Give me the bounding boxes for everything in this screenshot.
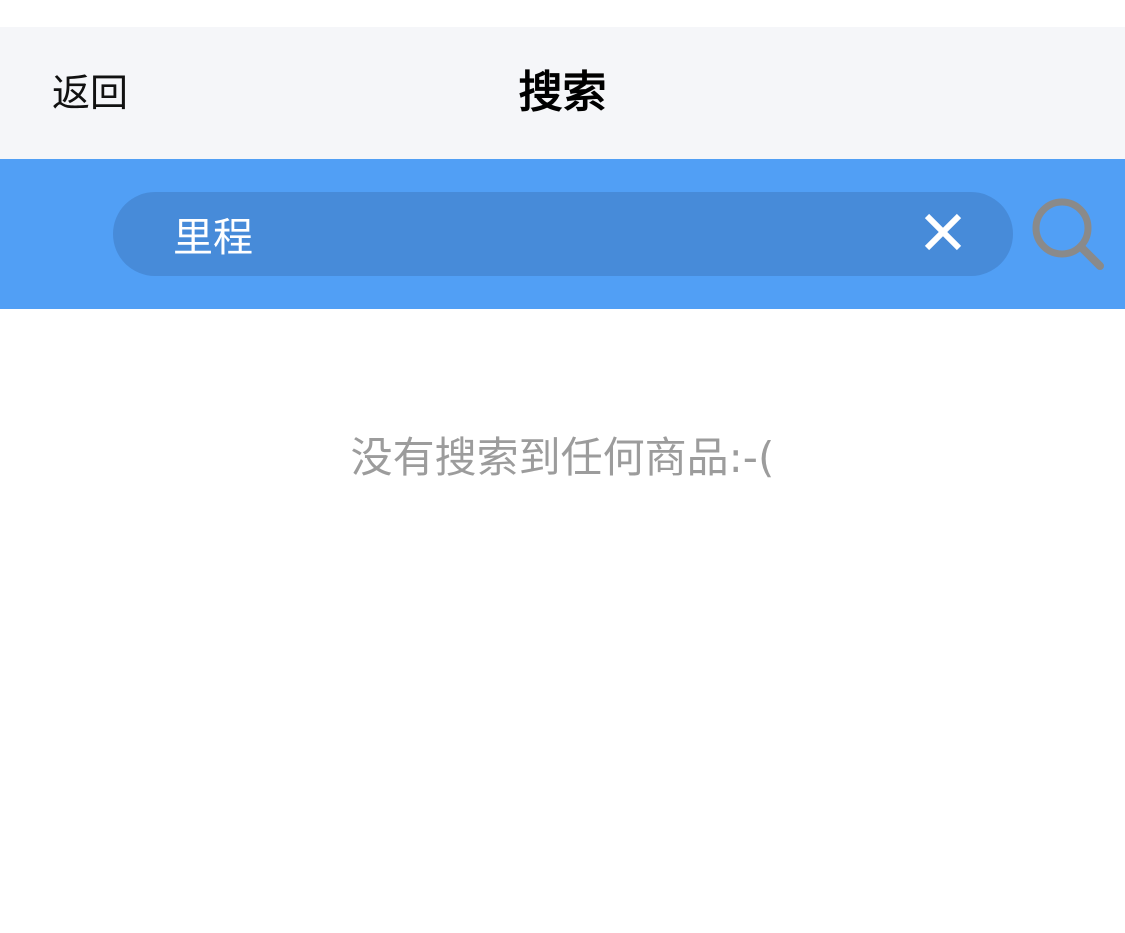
page-title: 搜索: [518, 67, 607, 118]
search-button[interactable]: [1030, 196, 1106, 272]
search-icon: [1030, 196, 1106, 272]
back-button[interactable]: 返回: [52, 74, 128, 112]
search-bar: [0, 159, 1125, 309]
clear-button[interactable]: [901, 192, 985, 276]
search-field: [113, 192, 1013, 276]
navigation-bar: 返回 搜索: [0, 27, 1125, 159]
status-bar-area: [0, 0, 1125, 27]
empty-results-message: 没有搜索到任何商品:-(: [350, 433, 775, 482]
close-icon: [923, 212, 963, 256]
search-input[interactable]: [173, 192, 901, 276]
